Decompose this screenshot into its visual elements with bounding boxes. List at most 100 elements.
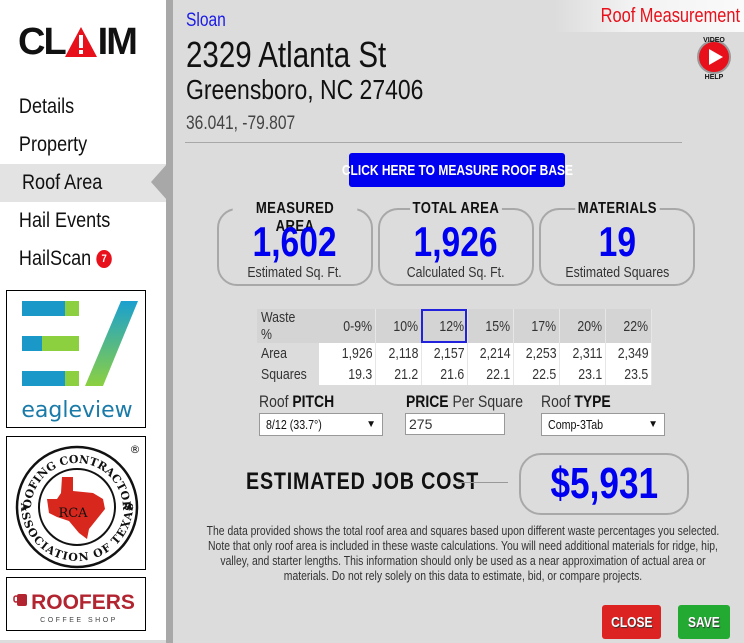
estimated-job-cost-box: $5,931 <box>519 453 689 515</box>
card-subtitle: Calculated Sq. Ft. <box>407 264 505 281</box>
video-help-button[interactable]: VIDEO HELP <box>692 34 736 81</box>
card-subtitle: Estimated Sq. Ft. <box>247 264 343 281</box>
sidebar-item-label: Property <box>18 133 88 156</box>
waste-option[interactable]: 20% <box>559 309 606 343</box>
notification-badge: 7 <box>96 250 112 268</box>
measured-area-card: MEASURED AREA 1,602 Estimated Sq. Ft. <box>217 200 373 286</box>
price-per-square-label: PRICE Per Square <box>406 392 524 411</box>
card-value: 1,926 <box>413 218 499 265</box>
sidebar-item-property[interactable]: Property <box>0 126 163 164</box>
disclaimer-text: The data provided shows the total roof a… <box>206 523 720 583</box>
svg-text:★: ★ <box>21 504 28 513</box>
address-line-1-text: 2329 Atlanta St <box>186 34 387 75</box>
svg-text:RCA: RCA <box>58 506 88 521</box>
measure-roof-base-button[interactable]: CLICK HERE TO MEASURE ROOF BASE <box>341 153 573 187</box>
close-label: CLOSE <box>610 613 653 631</box>
logo-text-left: CL <box>18 21 67 63</box>
rca-logo[interactable]: ROOFING CONTRACTORS ASSOCIATION OF TEXAS… <box>6 436 146 570</box>
waste-option[interactable]: 0-9% <box>319 309 376 343</box>
svg-text:VIDEO: VIDEO <box>703 37 725 44</box>
price-per-square-input[interactable] <box>405 413 505 435</box>
main-panel: Roof Measurement VIDEO HELP Sloan 2329 A… <box>173 0 744 643</box>
sidebar-item-hailscan[interactable]: HailScan 7 <box>0 240 163 278</box>
row-label: Squares <box>257 364 319 385</box>
address-line-2-text: Greensboro, NC 27406 <box>186 74 424 105</box>
waste-option-selected[interactable]: 12% <box>421 309 468 343</box>
coordinates-text: 36.041, -79.807 <box>186 113 296 134</box>
sidebar: CL IM Details Property Roof Area Hail Ev… <box>0 0 167 643</box>
svg-text:HELP: HELP <box>705 74 724 80</box>
dropdown-arrow-icon: ▼ <box>366 419 376 430</box>
row-label: Waste % <box>257 309 319 343</box>
card-value: 19 <box>598 218 636 265</box>
svg-text:ROOFERS: ROOFERS <box>31 591 135 614</box>
waste-header-row: Waste % 0-9% 10% 12% 15% 17% 20% 22% <box>257 309 652 343</box>
address-line-1: 2329 Atlanta St <box>186 34 430 76</box>
sidebar-divider <box>166 0 173 643</box>
sidebar-item-label: Roof Area <box>22 171 103 194</box>
sidebar-item-hail-events[interactable]: Hail Events <box>0 202 163 240</box>
sidebar-item-label: Details <box>18 95 75 118</box>
page-title-tag: Roof Measurement <box>554 0 744 32</box>
sidebar-item-label: HailScan <box>18 247 92 270</box>
area-cell: 2,253 <box>513 343 560 364</box>
sidebar-nav: Details Property Roof Area Hail Events H… <box>0 88 167 278</box>
coordinates: 36.041, -79.807 <box>186 113 319 135</box>
squares-cell: 22.1 <box>467 364 514 385</box>
waste-option[interactable]: 15% <box>467 309 514 343</box>
squares-cell: 22.5 <box>513 364 560 385</box>
roof-pitch-value: 8/12 (33.7°) <box>266 417 322 432</box>
waste-table: Waste % 0-9% 10% 12% 15% 17% 20% 22% Are… <box>257 309 652 385</box>
svg-text:®: ® <box>130 443 141 456</box>
coffee-cup-icon: ROOFERS COFFEE SHOP <box>13 591 135 624</box>
svg-text:COFFEE SHOP: COFFEE SHOP <box>40 617 118 624</box>
save-label: SAVE <box>688 613 720 631</box>
area-cell: 2,349 <box>605 343 652 364</box>
card-subtitle: Estimated Squares <box>565 264 669 281</box>
card-title: MATERIALS <box>574 200 660 218</box>
waste-option[interactable]: 10% <box>375 309 422 343</box>
card-value: 1,602 <box>252 218 338 265</box>
owner-name[interactable]: Sloan <box>186 10 235 32</box>
waste-option[interactable]: 17% <box>513 309 560 343</box>
eagleview-logo[interactable]: eagleview <box>6 290 146 428</box>
svg-text:eagleview: eagleview <box>21 398 132 423</box>
warning-triangle-icon <box>64 26 98 58</box>
area-row: Area 1,926 2,118 2,157 2,214 2,253 2,311… <box>257 343 652 364</box>
roof-type-select[interactable]: Comp-3Tab ▼ <box>541 413 665 436</box>
area-cell: 2,311 <box>559 343 606 364</box>
area-cell: 1,926 <box>319 343 376 364</box>
rca-seal-icon: ROOFING CONTRACTORS ASSOCIATION OF TEXAS… <box>7 437 141 569</box>
sidebar-item-details[interactable]: Details <box>0 88 163 126</box>
squares-cell: 23.5 <box>605 364 652 385</box>
sidebar-item-label: Hail Events <box>18 209 111 232</box>
area-cell: 2,118 <box>375 343 422 364</box>
roof-type-value: Comp-3Tab <box>548 417 604 432</box>
squares-cell: 23.1 <box>559 364 606 385</box>
waste-option[interactable]: 22% <box>605 309 652 343</box>
roof-type-label: Roof TYPE <box>541 392 611 411</box>
materials-card: MATERIALS 19 Estimated Squares <box>539 200 695 286</box>
sidebar-item-roof-area[interactable]: Roof Area <box>0 164 166 202</box>
claim-logo[interactable]: CL IM <box>18 22 148 62</box>
save-button[interactable]: SAVE <box>678 605 730 639</box>
active-indicator-arrow-icon <box>151 164 167 200</box>
roofers-coffee-shop-logo[interactable]: ROOFERS COFFEE SHOP <box>6 577 146 631</box>
squares-cell: 21.2 <box>375 364 422 385</box>
svg-text:★: ★ <box>127 504 134 513</box>
squares-row: Squares 19.3 21.2 21.6 22.1 22.5 23.1 23… <box>257 364 652 385</box>
area-cell: 2,214 <box>467 343 514 364</box>
squares-cell: 21.6 <box>421 364 468 385</box>
card-title: TOTAL AREA <box>410 200 502 218</box>
roof-pitch-label: Roof PITCH <box>259 392 335 411</box>
estimated-job-cost-value: $5,931 <box>550 459 658 508</box>
close-button[interactable]: CLOSE <box>602 605 661 639</box>
logo-text-right: IM <box>97 21 138 63</box>
roof-pitch-select[interactable]: 8/12 (33.7°) ▼ <box>259 413 383 436</box>
row-label: Area <box>257 343 319 364</box>
video-play-icon: VIDEO HELP <box>697 37 731 81</box>
address-line-2: Greensboro, NC 27406 <box>186 74 476 106</box>
owner-name-text: Sloan <box>186 10 226 31</box>
header-divider <box>185 142 682 143</box>
cost-connector-line <box>458 482 508 483</box>
